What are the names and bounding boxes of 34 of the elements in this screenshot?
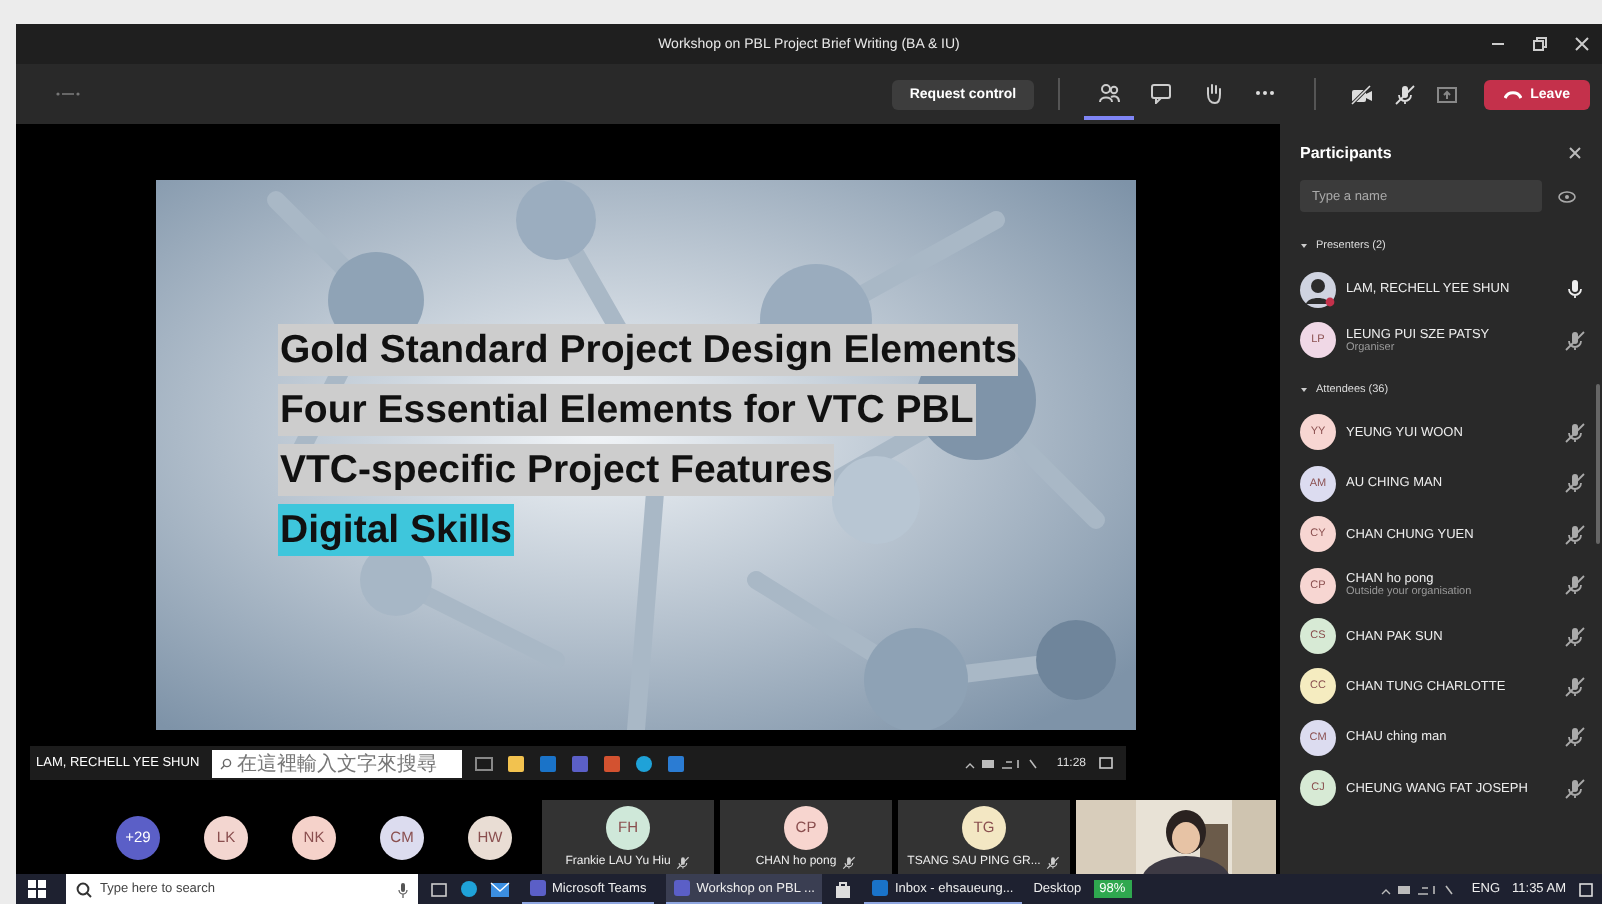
store-icon[interactable] xyxy=(834,880,853,898)
panel-title: Participants xyxy=(1300,143,1392,161)
visibility-icon[interactable] xyxy=(1558,189,1576,203)
microphone-off-icon xyxy=(1046,855,1061,869)
task-view-icon[interactable] xyxy=(430,881,448,897)
microphone-off-icon[interactable] xyxy=(1394,83,1417,105)
close-icon[interactable] xyxy=(1568,145,1582,159)
restore-icon[interactable] xyxy=(1532,36,1548,52)
search-icon xyxy=(76,881,92,897)
close-icon[interactable] xyxy=(1574,36,1590,52)
microphone-off-icon xyxy=(842,855,857,869)
windows-start-icon[interactable] xyxy=(28,880,46,898)
caret-icon[interactable] xyxy=(1300,242,1308,250)
app-icon xyxy=(872,880,889,896)
search-icon xyxy=(219,757,232,769)
task-view-icon[interactable] xyxy=(473,753,494,773)
slide-heading: VTC-specific Project Features xyxy=(278,444,835,496)
people-icon xyxy=(1098,81,1121,103)
phone-icon xyxy=(1504,89,1523,99)
user-avatar xyxy=(1300,271,1336,308)
mail-icon[interactable] xyxy=(490,881,510,897)
app-icon xyxy=(674,880,691,896)
app-icon xyxy=(530,880,546,896)
share-screen-icon[interactable] xyxy=(1436,83,1459,105)
microphone-icon[interactable] xyxy=(398,881,408,897)
camera-off-icon[interactable] xyxy=(1350,83,1375,105)
slide-heading: Digital Skills xyxy=(278,504,514,556)
slide-heading: Gold Standard Project Design Elements xyxy=(278,324,1019,376)
grip-icon xyxy=(56,90,80,98)
raise-hand-icon xyxy=(1202,81,1225,103)
slide-heading: Four Essential Elements for VTC PBL xyxy=(278,384,976,436)
search-field[interactable]: 在這裡輸入文字來搜尋 xyxy=(211,749,462,777)
microphone-off-icon xyxy=(676,855,691,869)
chat-icon xyxy=(1150,81,1173,103)
